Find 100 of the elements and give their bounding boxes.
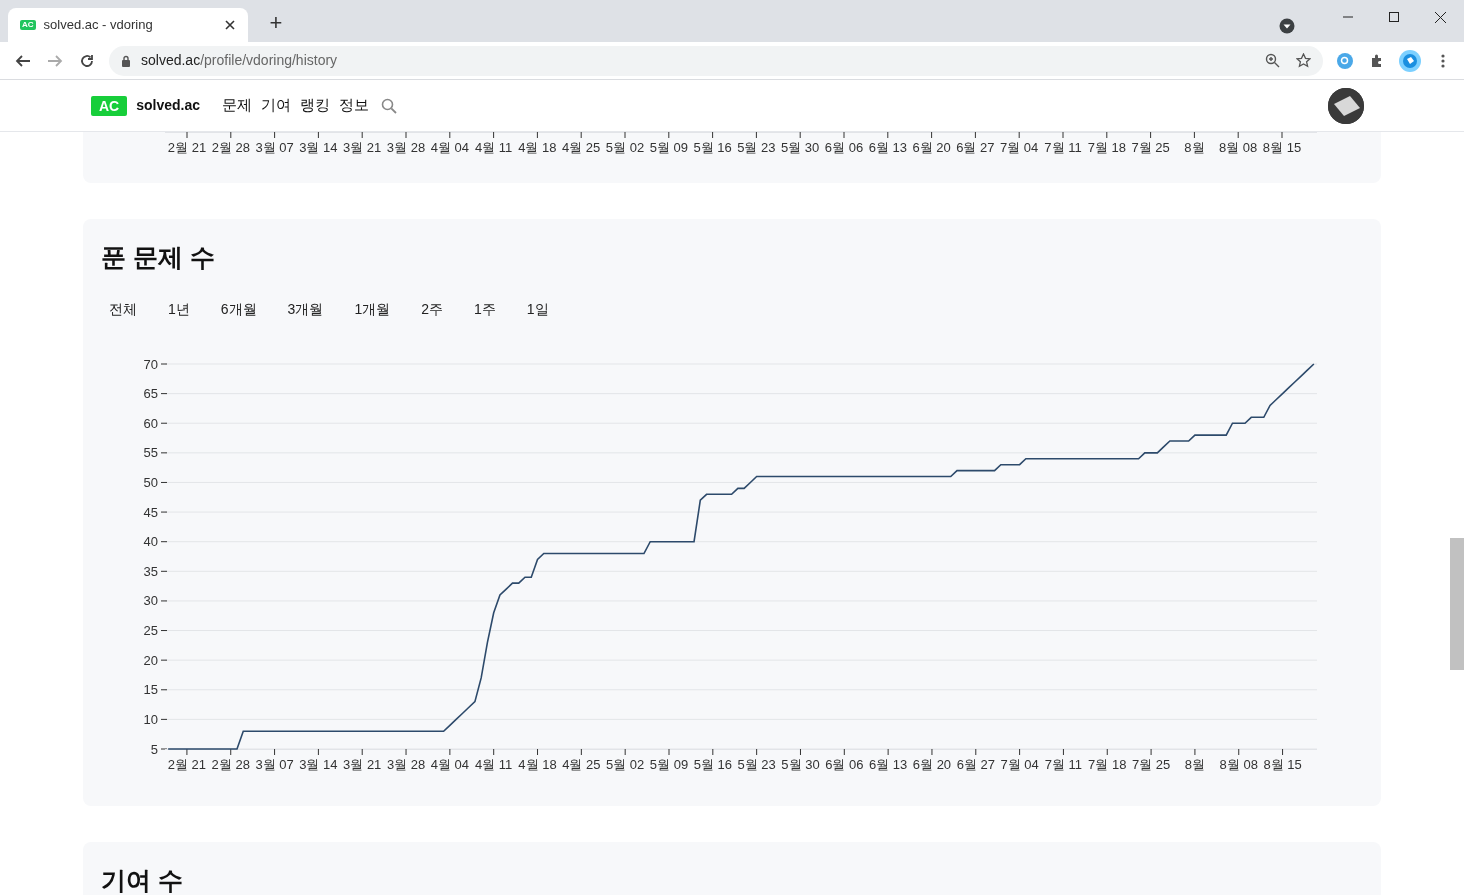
axis-label: 8월 15 bbox=[1263, 757, 1302, 772]
scrollbar-thumb[interactable] bbox=[1450, 538, 1464, 670]
range-tab[interactable]: 1개월 bbox=[344, 293, 401, 326]
axis-label: 3월 14 bbox=[299, 140, 338, 155]
nav-link[interactable]: 랭킹 bbox=[300, 94, 331, 117]
axis-label: 35 bbox=[143, 563, 158, 579]
axis-label: 5월 02 bbox=[605, 140, 645, 155]
axis-label: 40 bbox=[143, 534, 158, 550]
axis-label: 6월 06 bbox=[824, 140, 864, 155]
axis-label: 6월 13 bbox=[868, 140, 907, 155]
axis-label: 3월 28 bbox=[386, 140, 426, 155]
axis-label: 15 bbox=[143, 682, 158, 698]
axis-label: 7월 04 bbox=[1000, 757, 1039, 772]
nav-link[interactable]: 문제 bbox=[222, 94, 253, 117]
axis-label: 50 bbox=[143, 474, 158, 490]
axis-label: 8월 08 bbox=[1219, 140, 1258, 155]
profile-icon[interactable] bbox=[1399, 49, 1421, 72]
axis-label: 3월 28 bbox=[386, 757, 426, 772]
range-tab[interactable]: 2주 bbox=[411, 293, 453, 326]
star-icon[interactable] bbox=[1296, 53, 1311, 68]
range-tab[interactable]: 6개월 bbox=[210, 293, 267, 326]
axis-label: 10 bbox=[143, 711, 158, 727]
axis-label: 5월 16 bbox=[693, 757, 732, 772]
nav-link[interactable]: 정보 bbox=[339, 94, 370, 117]
axis-label: 6월 13 bbox=[868, 757, 908, 772]
axis-label: 4월 04 bbox=[430, 757, 470, 772]
axis-label: 8월 15 bbox=[1262, 140, 1302, 155]
axis-label: 5월 23 bbox=[737, 140, 776, 155]
axis-label: 5월 09 bbox=[649, 757, 689, 772]
axis-label: 7월 18 bbox=[1087, 140, 1126, 155]
range-tab[interactable]: 전체 bbox=[99, 293, 147, 326]
axis-label: 4월 18 bbox=[518, 140, 557, 155]
axis-label: 7월 25 bbox=[1131, 757, 1171, 772]
axis-label: 4월 18 bbox=[518, 757, 557, 772]
close-icon[interactable] bbox=[224, 19, 236, 31]
axis-label: 25 bbox=[143, 623, 158, 639]
range-tab[interactable]: 3개월 bbox=[277, 293, 334, 326]
back-icon[interactable] bbox=[15, 52, 31, 69]
zoom-icon[interactable] bbox=[1265, 53, 1280, 68]
axis-label: 5월 16 bbox=[693, 140, 732, 155]
axis-label: 3월 21 bbox=[343, 757, 382, 772]
maximize-icon[interactable] bbox=[1389, 12, 1399, 22]
axis-label: 20 bbox=[143, 652, 158, 668]
axis-label: 45 bbox=[143, 504, 158, 520]
search-icon[interactable] bbox=[381, 97, 398, 114]
more-icon[interactable] bbox=[1441, 53, 1445, 68]
axis-label: 4월 11 bbox=[474, 140, 513, 155]
axis-label: 30 bbox=[143, 593, 158, 609]
axis-label: 7월 11 bbox=[1044, 757, 1083, 772]
axis-label: 3월 07 bbox=[255, 140, 294, 155]
axis-label: 6월 27 bbox=[956, 140, 995, 155]
axis-label: 5월 30 bbox=[781, 757, 820, 772]
section-title: 기여 수 bbox=[101, 865, 183, 895]
axis-label: 6월 20 bbox=[912, 140, 951, 155]
axis-label: 6월 06 bbox=[825, 757, 864, 772]
close-icon[interactable] bbox=[1435, 11, 1446, 23]
axis-label: 4월 11 bbox=[475, 757, 513, 772]
axis-label: 5월 30 bbox=[781, 140, 820, 155]
axis-label: 8월 08 bbox=[1219, 757, 1258, 772]
section-title: 푼 문제 수 bbox=[101, 242, 215, 273]
range-tab[interactable]: 1년 bbox=[158, 293, 200, 326]
axis-label: 5월 23 bbox=[737, 757, 776, 772]
axis-label: 3월 14 bbox=[299, 757, 338, 772]
nav-link[interactable]: 기여 bbox=[261, 94, 292, 117]
avatar[interactable] bbox=[1328, 87, 1364, 124]
axis-label: 7월 11 bbox=[1044, 140, 1082, 155]
reload-icon[interactable] bbox=[79, 52, 95, 69]
axis-label: 4월 25 bbox=[562, 140, 601, 155]
axis-label: 2월 28 bbox=[211, 140, 250, 155]
logo-text[interactable]: solved.ac bbox=[136, 95, 201, 116]
range-tab[interactable]: 1주 bbox=[464, 293, 506, 326]
axis-label: 8월 bbox=[1184, 757, 1206, 772]
browser-tab[interactable]: AC solved.ac - vdoring bbox=[8, 8, 248, 42]
axis-label: 5 bbox=[150, 741, 158, 757]
axis-label: 7월 18 bbox=[1088, 757, 1127, 772]
axis-label: 5월 09 bbox=[649, 140, 688, 155]
axis-label: 7월 25 bbox=[1131, 140, 1170, 155]
axis-label: 2월 21 bbox=[167, 757, 207, 772]
dropdown-icon[interactable] bbox=[1279, 18, 1295, 34]
extension-search-icon[interactable] bbox=[1337, 52, 1353, 69]
axis-label: 2월 21 bbox=[167, 140, 207, 155]
axis-label: 8월 bbox=[1184, 140, 1205, 155]
axis-label: 55 bbox=[143, 445, 158, 461]
range-tab[interactable]: 1일 bbox=[516, 293, 559, 326]
favicon: AC bbox=[20, 20, 36, 30]
new-tab-button[interactable]: + bbox=[262, 9, 290, 37]
axis-label: 3월 21 bbox=[343, 140, 382, 155]
axis-label: 2월 28 bbox=[211, 757, 250, 772]
lock-icon[interactable] bbox=[121, 54, 131, 67]
axis-label: 4월 25 bbox=[562, 757, 601, 772]
axis-label: 7월 04 bbox=[1000, 140, 1039, 155]
axis-label: 60 bbox=[143, 415, 158, 431]
axis-label: 70 bbox=[143, 356, 158, 372]
address-bar[interactable]: solved.ac/profile/vdoring/history bbox=[109, 45, 1323, 76]
axis-label: 6월 20 bbox=[912, 757, 952, 772]
axis-label: 6월 27 bbox=[956, 757, 995, 772]
axis-label: 65 bbox=[143, 386, 158, 402]
axis-label: 5월 02 bbox=[606, 757, 645, 772]
axis-label: 3월 07 bbox=[255, 757, 294, 772]
url-text: solved.ac/profile/vdoring/history bbox=[141, 51, 339, 70]
